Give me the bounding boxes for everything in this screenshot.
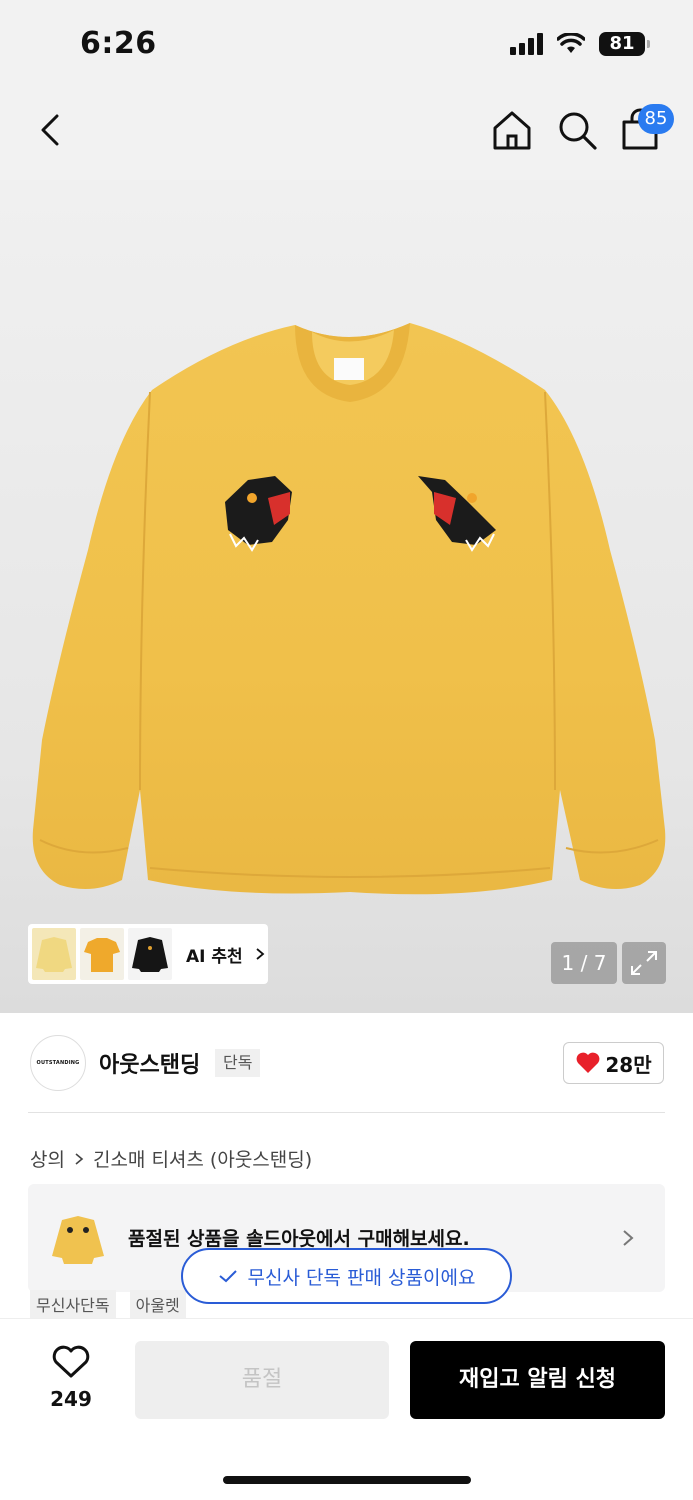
- signal-icon: [510, 33, 543, 55]
- search-icon[interactable]: [555, 108, 599, 152]
- thumbnail-yellow-tshirt[interactable]: [80, 928, 124, 980]
- tag-outlet[interactable]: 아울렛: [129, 1290, 186, 1318]
- wifi-icon: [557, 33, 585, 53]
- home-icon[interactable]: [490, 108, 534, 152]
- exclusive-badge: 단독: [215, 1049, 261, 1077]
- thumbnail-black-sweatshirt[interactable]: [128, 928, 172, 980]
- ai-recommendation-card[interactable]: AI 추천: [28, 924, 268, 984]
- chevron-right-icon: [75, 1152, 84, 1165]
- brand-like-button[interactable]: 28만: [563, 1042, 664, 1084]
- wishlist-count: 249: [50, 1387, 92, 1411]
- brand-logo[interactable]: OUTSTANDING: [30, 1035, 86, 1091]
- soldout-product-thumbnail: [52, 1216, 104, 1264]
- heart-outline-icon: [52, 1345, 90, 1378]
- restock-alert-button[interactable]: 재입고 알림 신청: [410, 1341, 665, 1419]
- breadcrumb-subcategory[interactable]: 긴소매 티셔츠 (아웃스탠딩): [93, 1145, 312, 1172]
- status-icons: 81: [510, 32, 650, 56]
- tags-row: 무신사단독 아울렛: [30, 1290, 186, 1318]
- home-indicator: [223, 1476, 471, 1484]
- cart-badge: 85: [638, 104, 674, 134]
- toast-text: 무신사 단독 판매 상품이에요: [247, 1266, 476, 1289]
- soldout-banner-text: 품절된 상품을 솔드아웃에서 구매해보세요.: [128, 1228, 470, 1250]
- breadcrumb: 상의 긴소매 티셔츠 (아웃스탠딩): [30, 1145, 312, 1172]
- bottom-action-bar: 249 품절 재입고 알림 신청: [0, 1318, 693, 1500]
- wishlist-button[interactable]: 249: [30, 1345, 112, 1411]
- ai-recommendation-label: AI 추천: [186, 946, 243, 967]
- nav-bar: 85: [0, 90, 693, 180]
- heart-filled-icon: [576, 1052, 600, 1073]
- exclusive-toast: 무신사 단독 판매 상품이에요: [181, 1248, 512, 1304]
- battery-icon: 81: [599, 32, 650, 56]
- expand-icon[interactable]: [622, 942, 666, 984]
- brand-name[interactable]: 아웃스탠딩: [99, 1047, 200, 1079]
- product-image[interactable]: [0, 180, 693, 1013]
- brand-row: OUTSTANDING 아웃스탠딩 단독 28만: [0, 1013, 693, 1113]
- chevron-right-icon: [256, 948, 265, 960]
- divider: [28, 1112, 665, 1113]
- check-icon: [218, 1270, 237, 1283]
- sweatshirt-illustration: [32, 323, 666, 895]
- status-bar: 6:26 81: [0, 0, 693, 90]
- image-counter: 1 / 7: [551, 942, 617, 984]
- status-time: 6:26: [80, 26, 157, 61]
- tag-musinsa-exclusive[interactable]: 무신사단독: [30, 1290, 116, 1318]
- soldout-button[interactable]: 품절: [135, 1341, 389, 1419]
- chevron-right-icon: [623, 1230, 634, 1246]
- brand-like-count: 28만: [605, 1052, 652, 1077]
- thumbnail-yellow-sweatshirt[interactable]: [32, 928, 76, 980]
- back-icon[interactable]: [30, 108, 74, 152]
- breadcrumb-category[interactable]: 상의: [30, 1145, 65, 1172]
